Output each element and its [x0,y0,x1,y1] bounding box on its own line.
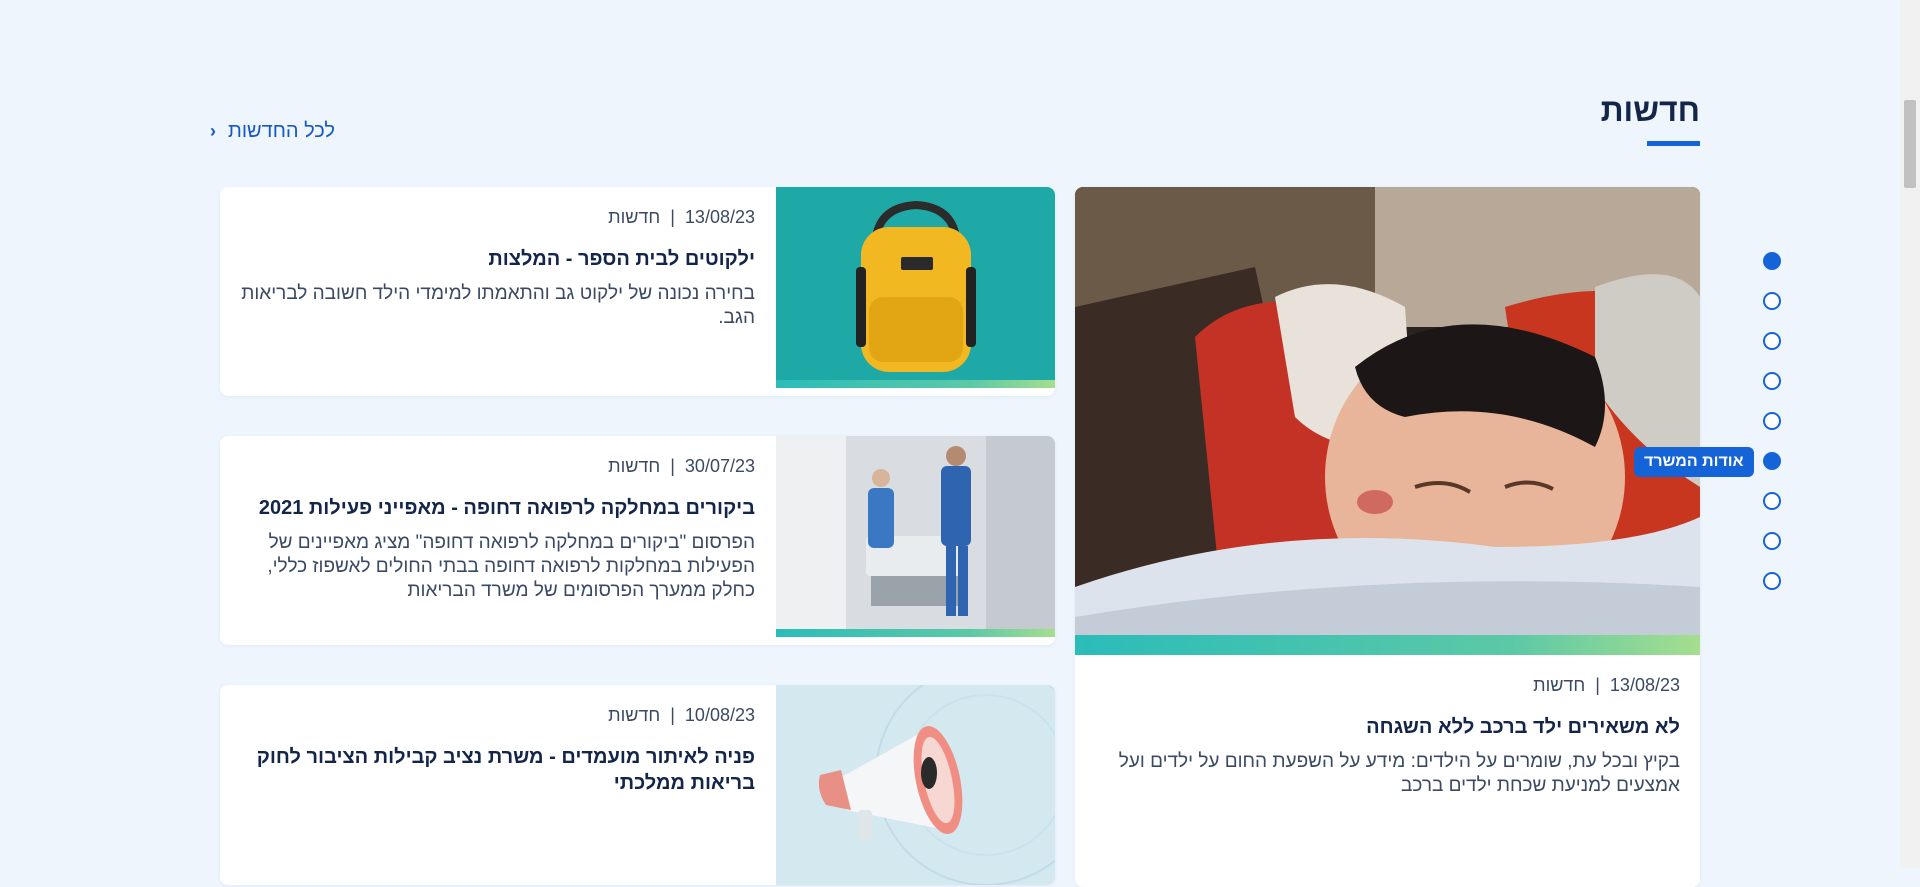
news-card[interactable]: 10/08/23 | חדשות פניה לאיתור מועמדים - מ… [220,685,1055,885]
news-title: ילקוטים לבית הספר - המלצות [488,248,755,270]
image-accent-strip [776,629,1055,637]
page-scrollbar[interactable] [1900,0,1920,868]
sleeping-child-image [1075,187,1700,635]
section-nav-dot-active[interactable] [1763,452,1781,470]
featured-category: חדשות [1533,675,1586,695]
meta-separator: | [670,207,675,227]
news-date: 30/07/23 [684,456,755,476]
section-nav-dot[interactable] [1763,252,1781,270]
section-nav-dot[interactable] [1763,332,1781,350]
news-card[interactable]: 13/08/23 | חדשות ילקוטים לבית הספר - המל… [220,187,1055,396]
meta-separator: | [670,456,675,476]
image-accent-strip [776,380,1055,388]
section-nav-dot[interactable] [1763,532,1781,550]
featured-title: לא משאירים ילד ברכב ללא השגחה [1366,716,1680,738]
news-description: בחירה נכונה של ילקוט גב והתאמתו למימדי ה… [241,283,755,328]
news-title: פניה לאיתור מועמדים - משרת נציב קבילות ה… [256,746,755,794]
featured-description: בקיץ ובכל עת, שומרים על הילדים: מידע על … [1118,751,1680,796]
section-nav-dot[interactable] [1763,572,1781,590]
section-nav-dot[interactable] [1763,372,1781,390]
featured-accent-band [1075,635,1700,655]
scrollbar-thumb[interactable] [1904,100,1916,188]
chevron-left-icon: › [210,121,216,141]
news-card-text: 30/07/23 | חדשות ביקורים במחלקה לרפואה ד… [240,456,755,603]
megaphone-image [776,685,1055,885]
news-card-text: 10/08/23 | חדשות פניה לאיתור מועמדים - מ… [240,705,755,796]
section-title: חדשות [1600,92,1700,128]
title-underline [1647,141,1700,146]
section-nav-dot[interactable] [1763,292,1781,310]
featured-text: 13/08/23 | חדשות לא משאירים ילד ברכב ללא… [1095,675,1680,798]
backpack-image [776,187,1055,388]
news-title: ביקורים במחלקה לרפואה דחופה - מאפייני פע… [258,497,755,519]
news-date: 13/08/23 [684,207,755,227]
news-date: 10/08/23 [684,705,755,725]
all-news-label: לכל החדשות [228,120,335,142]
featured-date: 13/08/23 [1609,675,1680,695]
news-category: חדשות [608,705,661,725]
meta-separator: | [1595,675,1600,695]
meta-separator: | [670,705,675,725]
featured-news-card[interactable]: 13/08/23 | חדשות לא משאירים ילד ברכב ללא… [1075,187,1700,887]
news-category: חדשות [608,207,661,227]
news-description: הפרסום "ביקורים במחלקה לרפואה דחופה" מצי… [267,532,755,601]
hospital-image [776,436,1055,637]
section-nav-tooltip: אודות המשרד [1634,447,1754,477]
news-card[interactable]: 30/07/23 | חדשות ביקורים במחלקה לרפואה ד… [220,436,1055,645]
section-nav-dot[interactable] [1763,492,1781,510]
news-category: חדשות [608,456,661,476]
news-card-text: 13/08/23 | חדשות ילקוטים לבית הספר - המל… [240,207,755,330]
all-news-link[interactable]: › לכל החדשות [210,120,335,143]
section-nav-dot[interactable] [1763,412,1781,430]
